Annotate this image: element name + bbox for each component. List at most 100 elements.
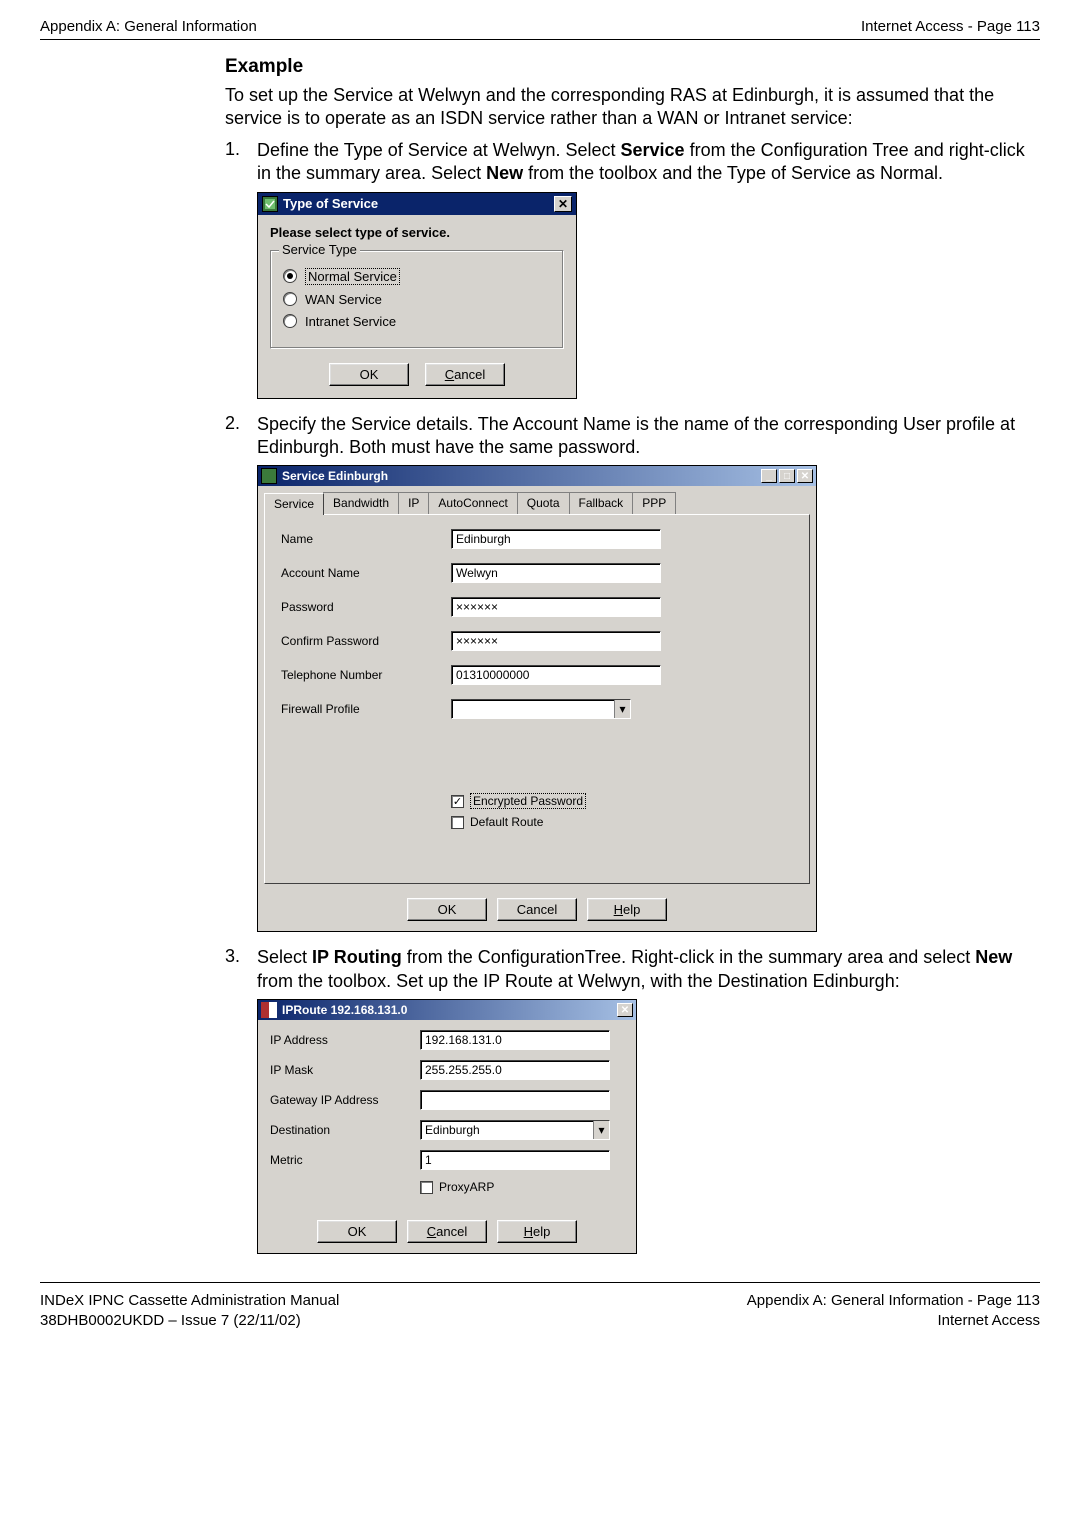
iproute-dialog: IPRoute 192.168.131.0 ✕ IP Address 192.1… [257,999,637,1254]
input-value: 01310000000 [456,668,529,682]
type-of-service-dialog: Type of Service ✕ Please select type of … [257,192,577,399]
close-icon[interactable]: ✕ [554,196,572,212]
ok-button[interactable]: OK [317,1220,397,1243]
input-value: Edinburgh [456,532,511,546]
telephone-input[interactable]: 01310000000 [451,665,661,685]
help-button[interactable]: Help [587,898,667,921]
input-value: ×××××× [456,600,498,614]
service-edinburgh-dialog: Service Edinburgh _ □ ✕ Service Bandwidt… [257,465,817,932]
tab-label: Service [274,497,314,511]
radio-label: Intranet Service [305,314,396,329]
cancel-button[interactable]: Cancel [407,1220,487,1243]
header-rule [40,39,1040,40]
help-u: H [614,902,623,917]
firewall-profile-label: Firewall Profile [281,702,451,716]
help-u: H [524,1224,533,1239]
header-right: Internet Access - Page 113 [861,18,1040,35]
step3-mid: from the ConfigurationTree. Right-click … [402,947,976,967]
radio-icon [283,292,297,306]
footer-left-1: INDeX IPNC Cassette Administration Manua… [40,1291,339,1311]
cancel-button[interactable]: Cancel [497,898,577,921]
ok-button[interactable]: OK [329,363,409,386]
step1-pre: Define the Type of Service at Welwyn. Se… [257,140,621,160]
cancel-u: C [445,367,454,382]
maximize-icon[interactable]: □ [779,469,795,483]
close-icon[interactable]: ✕ [617,1003,633,1017]
dialog-titlebar: IPRoute 192.168.131.0 ✕ [258,1000,636,1020]
radio-wan-service[interactable]: WAN Service [283,292,551,307]
account-name-label: Account Name [281,566,451,580]
footer-right-2: Internet Access [747,1311,1040,1331]
input-value: 255.255.255.0 [425,1063,502,1077]
radio-icon [283,269,297,283]
cancel-button[interactable]: Cancel [425,363,505,386]
tab-quota[interactable]: Quota [517,492,570,514]
tab-service[interactable]: Service [264,493,324,515]
app-icon [261,1002,277,1018]
step-3: 3. Select IP Routing from the Configurat… [225,946,1030,993]
radio-intranet-service[interactable]: Intranet Service [283,314,551,329]
step3-bold2: New [975,947,1012,967]
app-icon [261,468,277,484]
ip-address-input[interactable]: 192.168.131.0 [420,1030,610,1050]
tab-label: Bandwidth [333,496,389,510]
page-header: Appendix A: General Information Internet… [40,0,1040,39]
step-1-num: 1. [225,139,257,186]
step-1-text: Define the Type of Service at Welwyn. Se… [257,139,1030,186]
gateway-label: Gateway IP Address [270,1093,420,1107]
step3-pre: Select [257,947,312,967]
firewall-profile-select[interactable]: ▾ [451,699,631,719]
close-icon[interactable]: ✕ [797,469,813,483]
checkbox-icon [451,816,464,829]
step-3-num: 3. [225,946,257,993]
ok-label: OK [438,902,457,917]
cancel-u: C [427,1224,436,1239]
step-1: 1. Define the Type of Service at Welwyn.… [225,139,1030,186]
account-name-input[interactable]: Welwyn [451,563,661,583]
tab-label: PPP [642,496,666,510]
ip-address-label: IP Address [270,1033,420,1047]
radio-icon [283,314,297,328]
destination-label: Destination [270,1123,420,1137]
ok-label: OK [348,1224,367,1239]
radio-label: WAN Service [305,292,382,307]
dialog-title: Service Edinburgh [282,469,761,483]
tab-bandwidth[interactable]: Bandwidth [323,492,399,514]
step3-bold1: IP Routing [312,947,402,967]
name-label: Name [281,532,451,546]
checkbox-label: Encrypted Password [470,793,586,809]
radio-normal-service[interactable]: Normal Service [283,268,551,285]
tab-ppp[interactable]: PPP [632,492,676,514]
radio-label: Normal Service [305,268,400,285]
tab-label: IP [408,496,419,510]
ok-button[interactable]: OK [407,898,487,921]
default-route-checkbox[interactable]: Default Route [451,815,793,829]
dialog-title: Type of Service [283,196,554,211]
password-input[interactable]: ×××××× [451,597,661,617]
destination-select[interactable]: Edinburgh ▾ [420,1120,610,1140]
footer-right-1: Appendix A: General Information - Page 1… [747,1291,1040,1311]
ip-mask-input[interactable]: 255.255.255.0 [420,1060,610,1080]
tab-autoconnect[interactable]: AutoConnect [428,492,517,514]
help-button[interactable]: Help [497,1220,577,1243]
telephone-label: Telephone Number [281,668,451,682]
step1-bold2: New [486,163,523,183]
dropdown-arrow-icon: ▾ [614,700,630,718]
service-type-group: Service Type Normal Service WAN Service … [270,250,564,349]
help-rest: elp [533,1224,550,1239]
app-icon [262,196,278,212]
select-value: Edinburgh [421,1121,593,1139]
ok-label: OK [360,367,379,382]
confirm-password-input[interactable]: ×××××× [451,631,661,651]
tab-ip[interactable]: IP [398,492,429,514]
gateway-input[interactable] [420,1090,610,1110]
step-2-num: 2. [225,413,257,460]
proxyarp-checkbox[interactable]: ProxyARP [420,1180,624,1194]
tab-fallback[interactable]: Fallback [569,492,634,514]
encrypted-password-checkbox[interactable]: ✓ Encrypted Password [451,793,793,809]
step3-post: from the toolbox. Set up the IP Route at… [257,971,900,991]
minimize-icon[interactable]: _ [761,469,777,483]
name-input[interactable]: Edinburgh [451,529,661,549]
step1-post: from the toolbox and the Type of Service… [523,163,943,183]
metric-input[interactable]: 1 [420,1150,610,1170]
